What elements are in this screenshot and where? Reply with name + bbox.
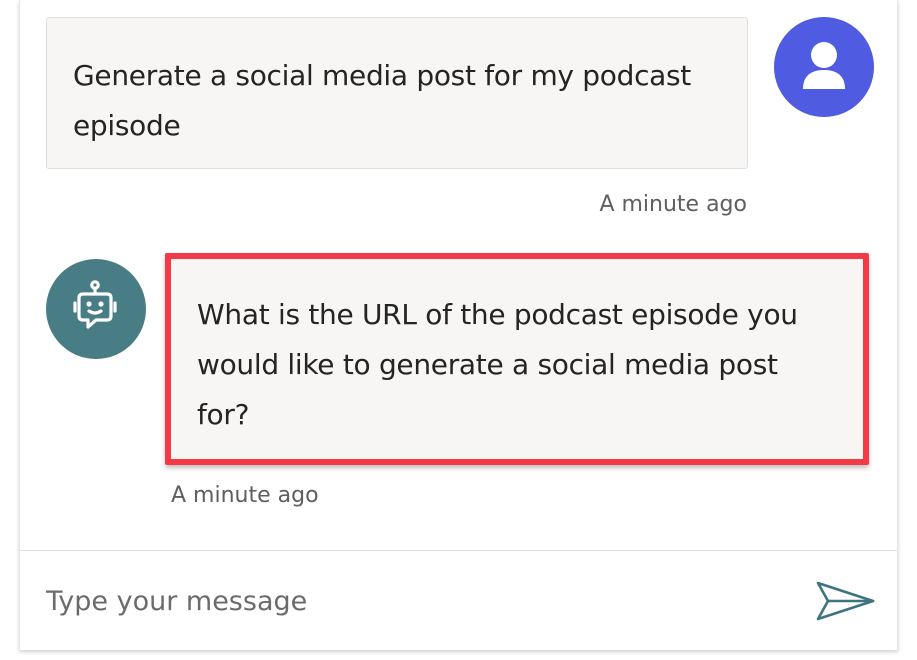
message-input[interactable] <box>46 575 786 627</box>
chat-panel: Generate a social media post for my podc… <box>19 0 898 650</box>
message-composer <box>20 551 897 650</box>
send-icon <box>816 581 875 621</box>
bot-message-timestamp: A minute ago <box>171 483 319 508</box>
person-icon <box>803 42 845 89</box>
send-button[interactable] <box>815 579 877 623</box>
bot-avatar <box>46 259 146 359</box>
user-message-text: Generate a social media post for my podc… <box>73 59 691 142</box>
robot-icon <box>73 280 117 329</box>
bot-message-text: What is the URL of the podcast episode y… <box>197 298 798 431</box>
user-avatar <box>774 17 874 117</box>
user-message-bubble: Generate a social media post for my podc… <box>46 17 748 169</box>
user-message-timestamp: A minute ago <box>599 192 747 217</box>
bot-message-bubble: What is the URL of the podcast episode y… <box>165 253 869 465</box>
